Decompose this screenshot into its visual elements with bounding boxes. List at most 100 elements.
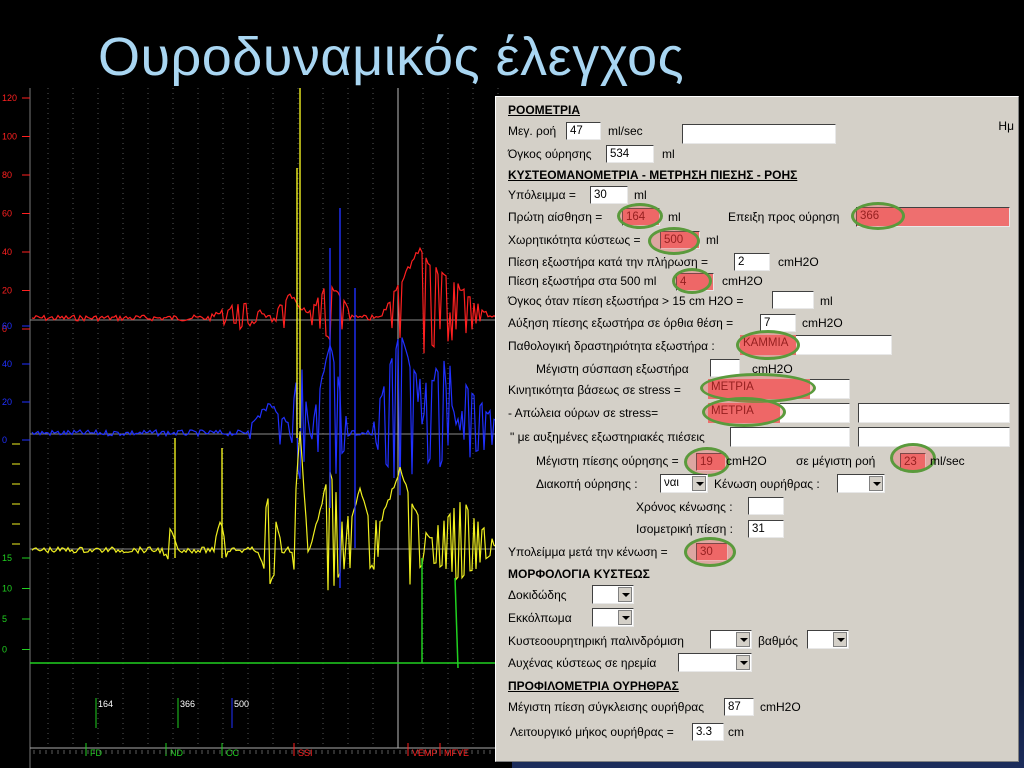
capacity-label: Χωρητικότητα κύστεως =	[508, 233, 641, 247]
residual-label: Υπόλειμμα =	[508, 188, 576, 202]
reflux-select[interactable]	[710, 630, 752, 649]
detrusor-500-label: Πίεση εξωστήρα στα 500 ml	[508, 274, 657, 288]
chevron-down-icon[interactable]	[869, 476, 883, 491]
volume-15-field[interactable]	[772, 291, 814, 309]
at-max-flow-unit: ml/sec	[930, 454, 965, 468]
highlight-circle	[672, 268, 712, 294]
chevron-down-icon[interactable]	[833, 632, 847, 647]
upright-increase-unit: cmH2O	[802, 316, 843, 330]
profilometry-heading: ΠΡΟΦΙΛΟΜΕΤΡΙΑ ΟΥΡΗΘΡΑΣ	[508, 679, 679, 693]
increased-pressure-field[interactable]	[730, 427, 850, 447]
trabeculation-select[interactable]	[592, 585, 634, 604]
red-pressure-trace	[31, 246, 512, 354]
max-void-pressure-label: Μέγιστη πίεσης ούρησης =	[536, 454, 679, 468]
bladder-neck-label: Αυχένας κύστεως σε ηρεμία	[508, 656, 657, 670]
uroflow-notes-field[interactable]	[682, 124, 836, 144]
volume-marker-label: 164	[98, 699, 113, 709]
axis-tick-label: 20	[2, 397, 12, 407]
urethra-empty-select[interactable]	[837, 474, 885, 493]
volume-marker-label: 500	[234, 699, 249, 709]
axis-tick-label: 120	[2, 93, 17, 103]
bladder-neck-select[interactable]	[678, 653, 752, 672]
axis-tick-label: 80	[2, 170, 12, 180]
residual-unit: ml	[634, 188, 647, 202]
at-max-flow-label: σε μέγιστη ροή	[796, 454, 876, 468]
pathologic-activity-label: Παθολογική δραστηριότητα εξωστήρα :	[508, 339, 715, 353]
axis-tick-label: 100	[2, 132, 17, 142]
detrusor-filling-label: Πίεση εξωστήρα κατά την πλήρωση =	[508, 255, 709, 269]
axis-tick-label: 0	[2, 435, 7, 445]
morphology-heading: ΜΟΡΦΟΛΟΓΙΑ ΚΥΣΤΕΩΣ	[508, 567, 650, 581]
date-label-partial: Ημ	[998, 119, 1014, 133]
highlight-circle	[684, 537, 736, 567]
volume-15-unit: ml	[820, 294, 833, 308]
closure-pressure-unit: cmH2O	[760, 700, 801, 714]
axis-tick-label: 60	[2, 209, 12, 219]
axis-tick-label: 5	[2, 614, 7, 624]
axis-tick-label: 0	[2, 645, 7, 655]
axis-tick-label: 10	[2, 584, 12, 594]
flow-spike	[454, 577, 459, 669]
grade-label: βαθμός	[758, 634, 798, 648]
grade-select[interactable]	[807, 630, 849, 649]
upright-increase-label: Αύξηση πίεσης εξωστήρα σε όρθια θέση =	[508, 316, 734, 330]
highlight-circle	[851, 202, 905, 230]
trabeculation-label: Δοκιδώδης	[508, 588, 567, 602]
axis-tick-label: 40	[2, 359, 12, 369]
increased-pressure-extra-field[interactable]	[858, 427, 1010, 447]
functional-length-unit: cm	[728, 725, 744, 739]
urethra-empty-label: Κένωση ουρήθρας :	[714, 477, 820, 491]
blue-pressure-trace	[31, 337, 512, 496]
max-flow-field[interactable]: 47	[566, 122, 601, 140]
highlight-circle	[617, 203, 663, 229]
increased-pressure-label: " με αυξημένες εξωστηριακές πιέσεις	[510, 430, 705, 444]
chevron-down-icon[interactable]	[692, 476, 706, 491]
tracing-canvas: 1201008060402006040200151050164 366 500FD N…	[0, 88, 512, 768]
empty-time-field[interactable]	[748, 497, 784, 515]
urine-loss-extra-field[interactable]	[858, 403, 1010, 423]
highlight-circle	[702, 397, 786, 427]
event-label: VEMP	[412, 748, 438, 758]
void-volume-label: Όγκος ούρησης	[508, 147, 592, 161]
event-label: CC	[226, 748, 239, 758]
diverticulum-label: Εκκόλπωμα	[508, 611, 572, 625]
chevron-down-icon[interactable]	[618, 610, 632, 625]
chevron-down-icon[interactable]	[736, 632, 750, 647]
detrusor-filling-field[interactable]: 2	[734, 253, 770, 271]
chevron-down-icon[interactable]	[736, 655, 750, 670]
detrusor-filling-unit: cmH2O	[778, 255, 819, 269]
urine-loss-label: - Απώλεια ούρων σε stress=	[508, 406, 659, 420]
functional-length-field[interactable]: 3.3	[692, 723, 724, 741]
residual-field[interactable]: 30	[590, 186, 628, 204]
detrusor-500-unit: cmH2O	[722, 274, 763, 288]
highlight-circle	[736, 330, 800, 360]
left-axis-panel	[0, 88, 30, 768]
functional-length-label: Λειτουργικό μήκος ουρήθρας =	[510, 725, 674, 739]
axis-tick-label: 20	[2, 286, 12, 296]
max-void-pressure-unit: cmH2O	[726, 454, 767, 468]
closure-pressure-field[interactable]: 87	[724, 698, 754, 716]
axis-tick-label: 60	[2, 321, 12, 331]
max-contraction-label: Μέγιστη σύσπαση εξωστήρα	[536, 362, 689, 376]
post-void-residual-label: Υπολείμμα μετά την κένωση =	[508, 545, 668, 559]
first-sensation-unit: ml	[668, 210, 681, 224]
isometric-field[interactable]: 31	[748, 520, 784, 538]
urodynamic-tracing-chart: 120 100 80 60 40 20 0 60 40 20 0 15 10 5 0 164 366 500 FD N…	[0, 88, 512, 768]
highlight-circle	[684, 447, 730, 477]
event-label: SSI	[298, 748, 313, 758]
chevron-down-icon[interactable]	[618, 587, 632, 602]
axis-tick-label: 40	[2, 247, 12, 257]
void-volume-field[interactable]: 534	[606, 145, 654, 163]
event-label: FD	[90, 748, 102, 758]
max-flow-label: Μεγ. ροή	[508, 124, 557, 138]
highlight-circle	[648, 227, 700, 255]
diverticulum-select[interactable]	[592, 608, 634, 627]
max-flow-unit: ml/sec	[608, 124, 643, 138]
empty-time-label: Χρόνος κένωσης :	[636, 500, 733, 514]
first-sensation-label: Πρώτη αίσθηση =	[508, 210, 603, 224]
urodynamic-report-form: Ημ ΡΟΟΜΕΤΡΙΑ Μεγ. ροή 47 ml/sec Όγκος ού…	[495, 96, 1019, 762]
base-mobility-label: Κινητικότητα βάσεως σε stress =	[508, 383, 681, 397]
cysto-heading: ΚΥΣΤΕΟΜΑΝΟΜΕΤΡΙΑ - ΜΕΤΡΗΣΗ ΠΙΕΣΗΣ - ΡΟΗΣ	[508, 168, 798, 182]
interruption-select[interactable]: ναι	[660, 474, 708, 493]
interruption-label: Διακοπή ούρησης :	[536, 477, 638, 491]
